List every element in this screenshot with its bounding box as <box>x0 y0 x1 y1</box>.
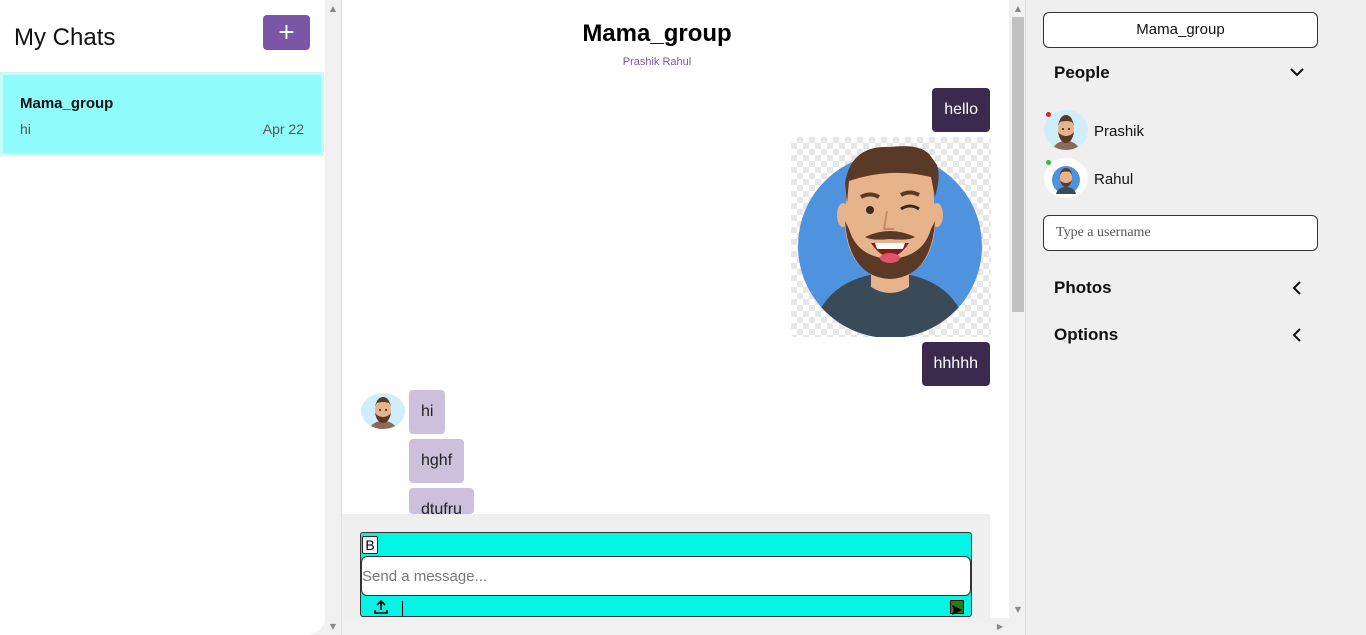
chat-members: Prashik Rahul <box>622 56 692 68</box>
chat-date: Apr 22 <box>262 121 304 137</box>
chat-last-message: hi <box>20 121 31 137</box>
scroll-down-icon[interactable]: ▼ <box>325 618 341 634</box>
scroll-up-icon[interactable]: ▲ <box>325 0 341 16</box>
chat-window: Mama_group Prashik Rahul hello hhhhh hi … <box>341 0 1026 635</box>
people-section-title[interactable]: People <box>1054 63 1110 83</box>
man-avatar-icon <box>1052 115 1080 150</box>
group-name-button[interactable]: Mama_group <box>1043 12 1318 48</box>
member-name: Rahul <box>1094 171 1134 188</box>
chat-settings-panel: Mama_group People Prashik Rahul Type a u… <box>1025 0 1366 635</box>
chat-list-title: My Chats <box>14 24 116 51</box>
new-chat-button[interactable]: + <box>263 15 310 50</box>
send-icon[interactable] <box>950 600 964 615</box>
message-bubble-out: hhhhh <box>921 342 990 386</box>
member-item[interactable]: Rahul <box>1043 158 1243 202</box>
upload-icon[interactable] <box>373 599 389 615</box>
message-bubble-in: hghf <box>409 439 465 483</box>
status-dot <box>1046 160 1051 165</box>
chevron-left-icon[interactable] <box>1288 279 1306 297</box>
member-item[interactable]: Prashik <box>1043 110 1243 154</box>
chat-title: Mama_group <box>582 20 732 47</box>
avatar <box>1044 110 1088 150</box>
scroll-down-icon[interactable]: ▼ <box>1010 601 1026 617</box>
message-bubble-in: dtufru <box>409 488 474 514</box>
chat-list-item[interactable]: Mama_group hi Apr 22 <box>0 72 324 156</box>
man-avatar-icon <box>369 397 397 429</box>
bold-button[interactable]: B <box>362 536 378 554</box>
man-avatar-icon <box>1052 166 1080 194</box>
horizontal-scrollbar[interactable]: ▶ <box>342 618 1010 635</box>
photos-section-title[interactable]: Photos <box>1054 278 1112 298</box>
chevron-down-icon[interactable] <box>1288 63 1306 81</box>
username-input[interactable] <box>1043 215 1318 251</box>
status-dot <box>1046 112 1051 117</box>
message-bubble-out: hello <box>932 88 990 132</box>
text-caret <box>402 601 403 616</box>
chat-list-scrollbar[interactable]: ▲ ▼ <box>325 0 341 635</box>
winking-man-avatar-icon <box>798 137 982 337</box>
scroll-right-icon[interactable]: ▶ <box>992 618 1008 634</box>
message-composer: B <box>360 532 972 617</box>
messages-scrollbar[interactable]: ▲ ▼ <box>1010 0 1026 618</box>
chat-name: Mama_group <box>20 95 114 112</box>
chevron-left-icon[interactable] <box>1288 326 1306 344</box>
options-section-title[interactable]: Options <box>1054 325 1118 345</box>
message-input[interactable] <box>361 556 971 596</box>
sender-avatar <box>361 393 405 429</box>
scrollbar-thumb[interactable] <box>1012 17 1024 312</box>
avatar <box>1044 158 1088 198</box>
image-message[interactable] <box>791 137 991 337</box>
member-name: Prashik <box>1094 123 1145 140</box>
chat-list-panel: My Chats + Mama_group hi Apr 22 <box>0 0 325 635</box>
scroll-up-icon[interactable]: ▲ <box>1010 0 1026 16</box>
message-bubble-in: hi <box>409 390 446 434</box>
